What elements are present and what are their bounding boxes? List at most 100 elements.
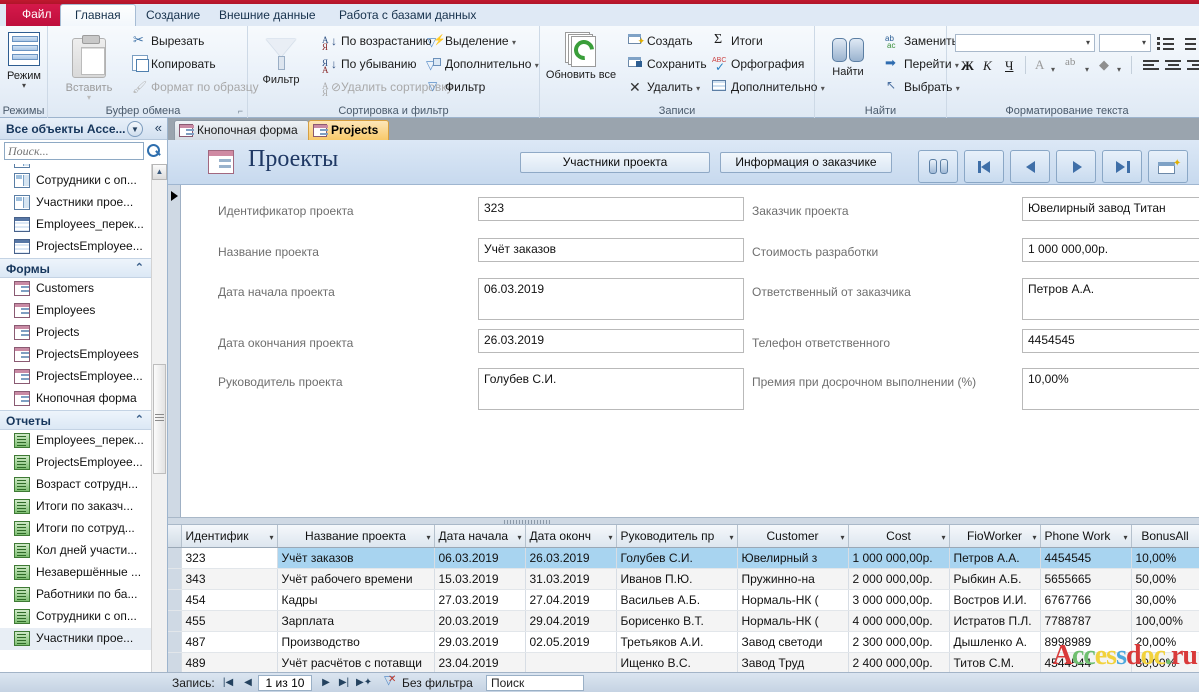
last-record-button[interactable] — [1102, 150, 1142, 183]
input-customer[interactable]: Ювелирный завод Титан — [1022, 197, 1199, 221]
nav-item-form-projectsemployees[interactable]: ProjectsEmployees — [0, 344, 152, 366]
fill-color-caret-icon[interactable]: ▾ — [1117, 65, 1121, 74]
row-selector[interactable] — [168, 589, 182, 611]
nav-item-report-0[interactable]: Employees_перек... — [0, 430, 152, 452]
cell-cost[interactable]: 2 400 000,00р. — [848, 652, 950, 673]
col-header-cost[interactable]: Cost ▾ — [848, 525, 950, 548]
chevron-down-icon[interactable]: ▾ — [840, 533, 844, 542]
chevron-down-icon[interactable]: ▾ — [517, 533, 521, 542]
project-members-button[interactable]: Участники проекта — [520, 152, 710, 173]
find-button[interactable]: Найти — [817, 34, 879, 78]
search-icon[interactable] — [147, 144, 161, 158]
nav-item-form-employees[interactable]: Employees — [0, 300, 152, 322]
font-name-caret-icon[interactable]: ▾ — [1086, 38, 1090, 47]
nav-group-reports[interactable]: Отчеты ⌃ — [0, 410, 152, 430]
cut-button[interactable]: Вырезать — [132, 31, 204, 50]
col-header-manager[interactable]: Руководитель пр ▾ — [616, 525, 738, 548]
cell-fioworker[interactable]: Дышленко А. — [949, 631, 1041, 653]
nav-item-report-7[interactable]: Работники по ба... — [0, 584, 152, 606]
table-row[interactable]: 343 Учёт рабочего времени 15.03.2019 31.… — [168, 568, 1199, 590]
cell-id[interactable]: 343 — [181, 568, 278, 590]
scroll-up-icon[interactable]: ▲ — [152, 164, 167, 180]
next-record-status-button[interactable]: ▶ — [318, 675, 334, 691]
cell-fioworker[interactable]: Петров А.А. — [949, 547, 1041, 569]
doc-tab-projects[interactable]: Projects — [308, 120, 390, 140]
new-record-button[interactable]: ✦ Создать — [628, 32, 693, 50]
cell-phonework[interactable]: 5655665 — [1040, 568, 1132, 590]
font-color-caret-icon[interactable]: ▾ — [1051, 65, 1055, 74]
nav-item-form-customers[interactable]: Customers — [0, 278, 152, 300]
doc-tab-switchboard[interactable]: Кнопочная форма — [174, 120, 309, 140]
form-record-selector[interactable] — [168, 185, 181, 517]
row-selector[interactable] — [168, 610, 182, 632]
delete-caret-icon[interactable]: ▾ — [696, 84, 700, 93]
chevron-down-icon[interactable]: ▾ — [426, 533, 430, 542]
next-record-button[interactable] — [1056, 150, 1096, 183]
chevron-down-icon[interactable]: ▾ — [1032, 533, 1036, 542]
cell-phonework[interactable]: 8998989 — [1040, 631, 1132, 653]
align-right-icon[interactable] — [1187, 60, 1199, 72]
nav-item-tables-1[interactable]: ProjectsEmployee... — [0, 236, 152, 258]
tab-file[interactable]: Файл — [6, 4, 68, 26]
input-phone[interactable]: 4454545 — [1022, 329, 1199, 353]
form-splitter[interactable] — [168, 517, 1199, 525]
filter-button[interactable]: Фильтр — [250, 34, 312, 86]
new-record-form-button[interactable]: ✦ — [1148, 150, 1188, 183]
cell-bonusall[interactable]: 50,00% — [1131, 568, 1199, 590]
input-project-id[interactable]: 323 — [478, 197, 744, 221]
selection-button[interactable]: ▽ ⚡ Выделение ▾ — [426, 32, 516, 50]
bold-button[interactable]: Ж — [961, 58, 974, 74]
chevron-down-icon[interactable]: ▾ — [1123, 533, 1127, 542]
cell-startdate[interactable]: 06.03.2019 — [434, 547, 526, 569]
input-project-manager[interactable]: Голубев С.И. — [478, 368, 744, 410]
paste-button[interactable]: Вставить ▾ — [58, 34, 120, 102]
align-center-icon[interactable] — [1165, 60, 1181, 72]
cell-phonework[interactable]: 7788787 — [1040, 610, 1132, 632]
tab-home[interactable]: Главная — [60, 4, 136, 26]
row-selector[interactable] — [168, 568, 182, 590]
cell-enddate[interactable] — [525, 652, 617, 673]
font-size-combo[interactable]: ▾ — [1099, 34, 1151, 52]
chevron-down-icon[interactable]: ▼ — [127, 121, 143, 137]
cell-fioworker[interactable]: Востров И.И. — [949, 589, 1041, 611]
filter-status-label[interactable]: Без фильтра — [402, 676, 473, 690]
cell-enddate[interactable]: 26.03.2019 — [525, 547, 617, 569]
cell-manager[interactable]: Третьяков А.И. — [616, 631, 738, 653]
table-row[interactable]: 487 Производство 29.03.2019 02.05.2019 Т… — [168, 631, 1199, 653]
cell-bonusall[interactable]: 30,00% — [1131, 589, 1199, 611]
cell-phonework[interactable]: 4544544 — [1040, 652, 1132, 673]
col-header-bonusall[interactable]: BonusAll — [1131, 525, 1199, 548]
select-all-corner[interactable] — [168, 525, 182, 548]
highlight-icon[interactable]: ab — [1065, 56, 1075, 68]
cell-name[interactable]: Учёт расчётов с потавщи — [277, 652, 435, 673]
cell-name[interactable]: Зарплата — [277, 610, 435, 632]
chevron-up-icon[interactable]: ⌃ — [135, 413, 144, 426]
cell-enddate[interactable]: 31.03.2019 — [525, 568, 617, 590]
cell-name[interactable]: Учёт рабочего времени — [277, 568, 435, 590]
cell-startdate[interactable]: 29.03.2019 — [434, 631, 526, 653]
nav-item-form-projectsemployee2[interactable]: ProjectsEmployee... — [0, 366, 152, 388]
chevron-up-icon[interactable]: ⌃ — [135, 261, 144, 274]
table-row[interactable]: 489 Учёт расчётов с потавщи 23.04.2019 И… — [168, 652, 1199, 673]
cell-enddate[interactable]: 02.05.2019 — [525, 631, 617, 653]
col-header-id[interactable]: Идентифик ▾ — [181, 525, 278, 548]
chevron-down-icon[interactable]: ▾ — [608, 533, 612, 542]
col-header-phonework[interactable]: Phone Work ▾ — [1040, 525, 1132, 548]
collapse-pane-icon[interactable]: « — [155, 120, 162, 135]
col-header-startdate[interactable]: Дата начала ▾ — [434, 525, 526, 548]
table-row[interactable]: 455 Зарплата 20.03.2019 29.04.2019 Борис… — [168, 610, 1199, 632]
nav-item-form-switchboard[interactable]: Кнопочная форма — [0, 388, 152, 410]
more-records-button[interactable]: Дополнительно ▾ — [712, 78, 825, 96]
previous-record-status-button[interactable]: ◀ — [240, 675, 256, 691]
view-caret-icon[interactable]: ▾ — [0, 82, 55, 90]
row-selector[interactable] — [168, 547, 182, 569]
cell-startdate[interactable]: 20.03.2019 — [434, 610, 526, 632]
italic-button[interactable]: К — [983, 58, 992, 74]
delete-record-button[interactable]: ✕ Удалить ▾ — [628, 78, 700, 96]
numbered-list-icon[interactable] — [1179, 36, 1197, 50]
nav-group-forms[interactable]: Формы ⌃ — [0, 258, 152, 278]
nav-item-report-2[interactable]: Возраст сотрудн... — [0, 474, 152, 496]
cell-cost[interactable]: 3 000 000,00р. — [848, 589, 950, 611]
cell-customer[interactable]: Пружинно-на — [737, 568, 849, 590]
cell-enddate[interactable]: 29.04.2019 — [525, 610, 617, 632]
